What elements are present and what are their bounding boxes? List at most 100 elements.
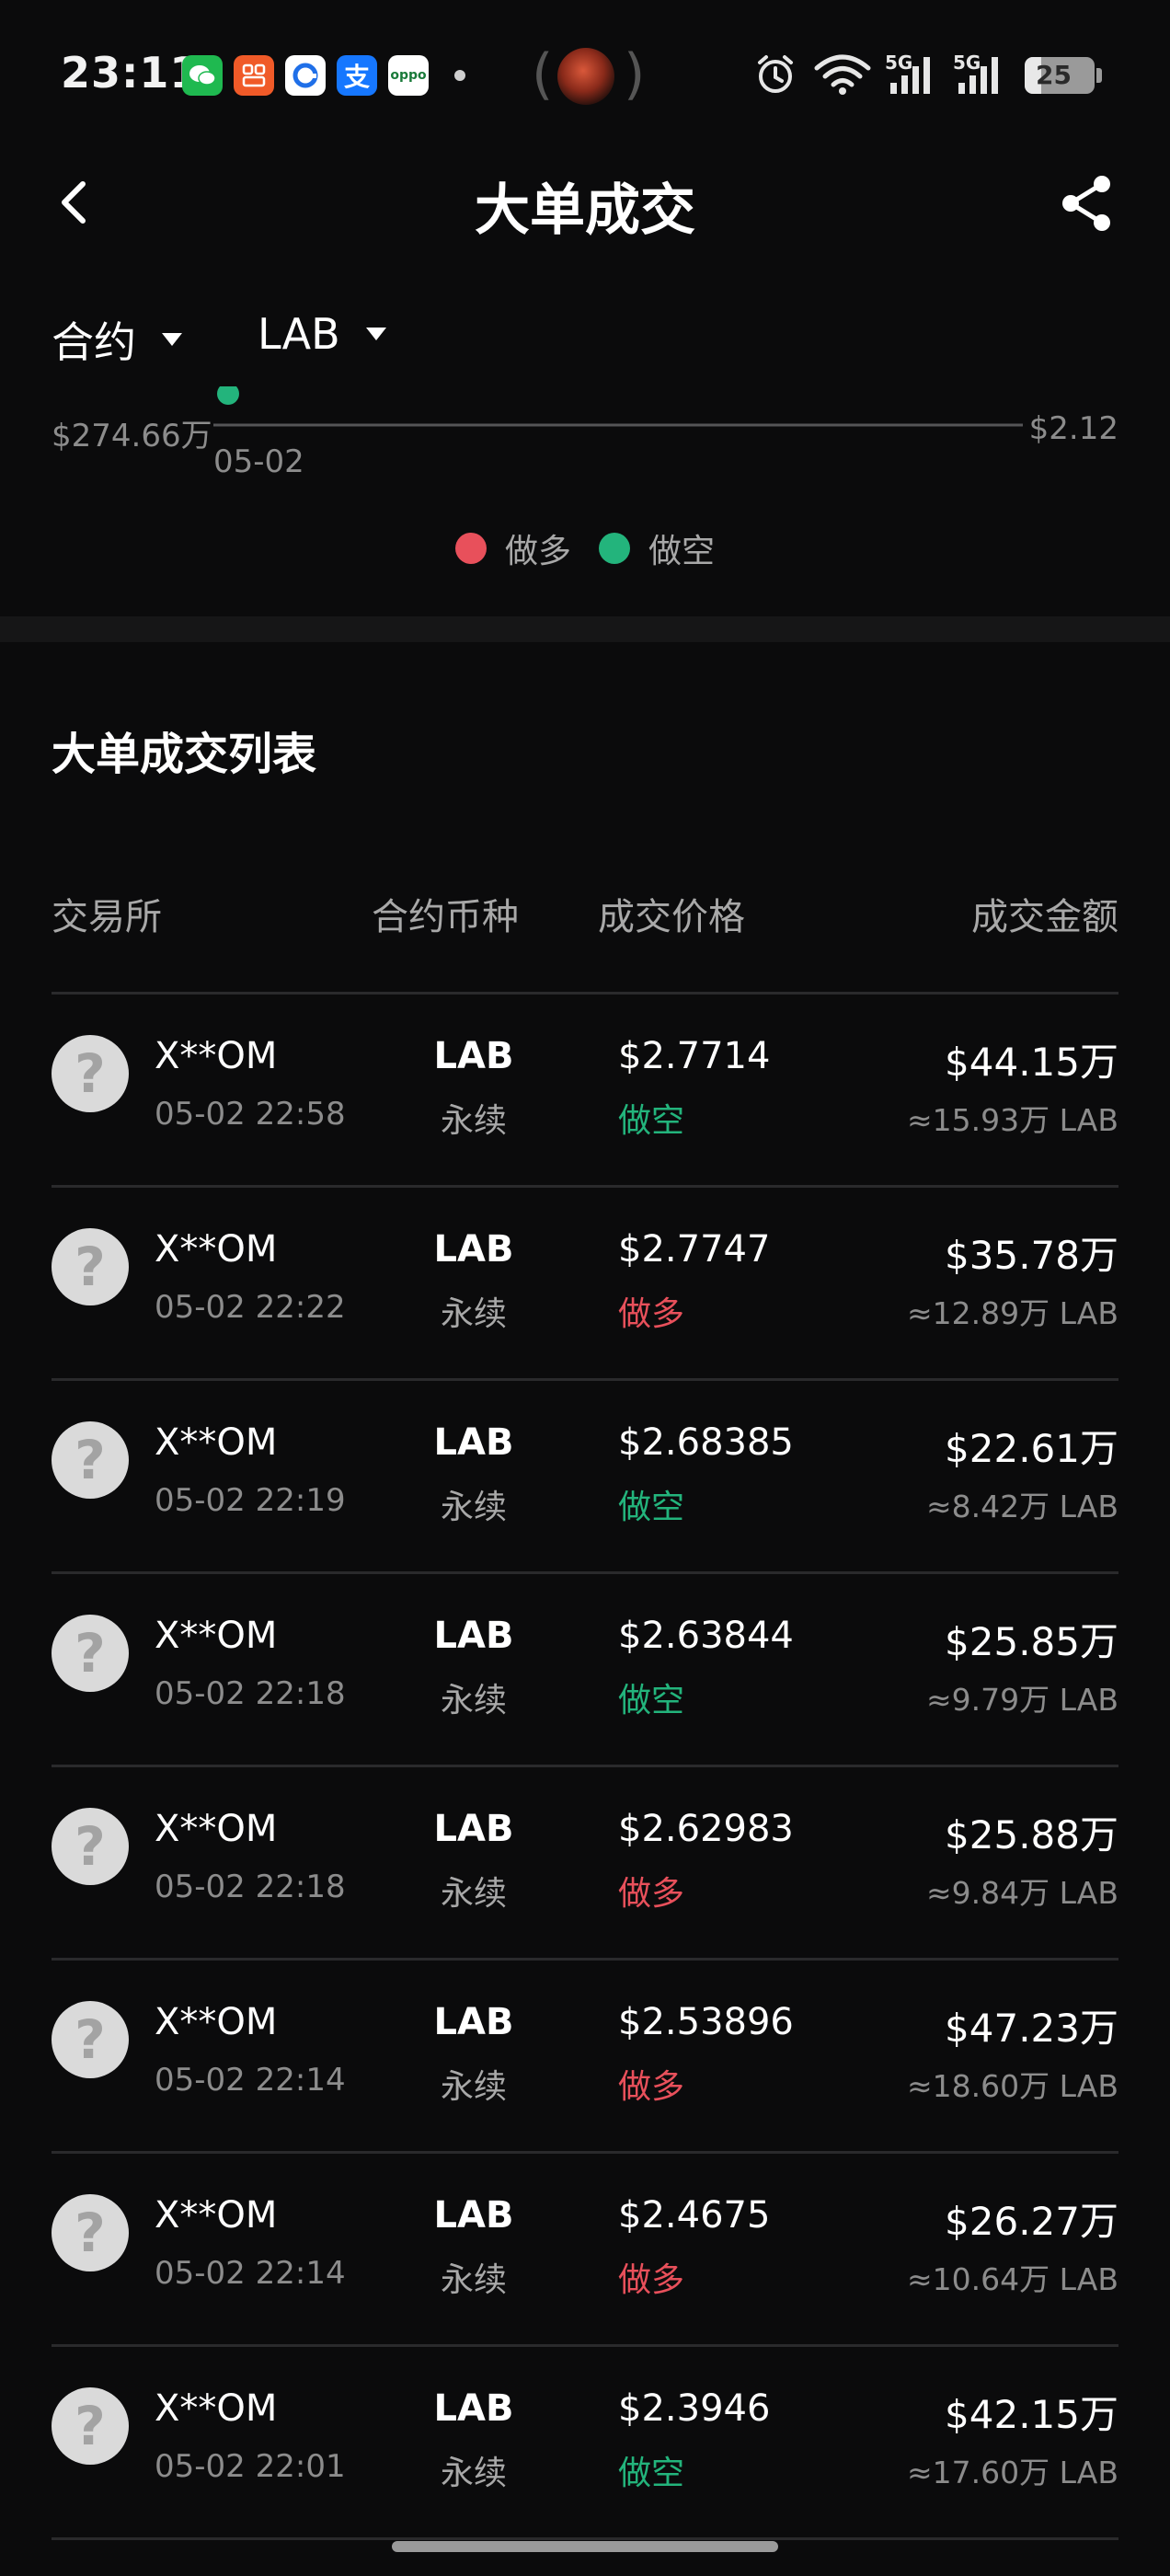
- exchange-name: X**OM: [155, 1035, 278, 1077]
- table-row[interactable]: ? X**OM 05-02 22:14 LAB 永续 $2.53896 做多 $47.23万 ≈…: [0, 1961, 1170, 2154]
- trade-price: $2.7714: [618, 1035, 771, 1077]
- trade-amount: $44.15万: [945, 1040, 1118, 1085]
- table-row[interactable]: ? X**OM 05-02 22:58 LAB 永续 $2.7714 做空 $44.15万 ≈1…: [0, 995, 1170, 1188]
- contract-type: 永续: [440, 1682, 507, 1719]
- trade-quantity: ≈9.84万 LAB: [926, 1875, 1118, 1911]
- legend-label-long: 做多: [504, 533, 571, 570]
- battery-level: 25: [1036, 60, 1072, 90]
- trade-time: 05-02 22:01: [155, 2448, 346, 2485]
- trade-price: $2.63844: [618, 1615, 794, 1657]
- trade-amount: $35.78万: [945, 1233, 1118, 1278]
- section-divider: [0, 616, 1170, 642]
- unknown-exchange-icon: ?: [52, 2001, 129, 2078]
- unknown-exchange-icon: ?: [52, 1615, 129, 1692]
- chart-x-label: 05-02: [213, 443, 304, 480]
- trade-side: 做多: [618, 1295, 685, 1333]
- contract-coin: LAB: [433, 1615, 514, 1657]
- trade-side: 做空: [618, 1489, 685, 1526]
- wifi-icon: [814, 54, 871, 95]
- table-row[interactable]: ? X**OM 05-02 22:22 LAB 永续 $2.7747 做多 $35.78万 ≈1…: [0, 1188, 1170, 1381]
- exchange-name: X**OM: [155, 2387, 278, 2430]
- table-row[interactable]: ? X**OM 05-02 22:18 LAB 永续 $2.63844 做空 $25.85万 ≈…: [0, 1574, 1170, 1767]
- cell-signal-icon-1: [890, 57, 930, 94]
- trade-side: 做空: [618, 1102, 685, 1140]
- unknown-exchange-icon: ?: [52, 2194, 129, 2271]
- trade-price: $2.7747: [618, 1228, 771, 1271]
- contract-type: 永续: [440, 1875, 507, 1913]
- chart-y-right-label: $2.12: [1028, 410, 1118, 447]
- column-header-coin: 合约币种: [372, 896, 519, 938]
- trade-amount: $47.23万: [945, 2006, 1118, 2051]
- trade-side: 做多: [618, 2068, 685, 2106]
- exchange-name: X**OM: [155, 2001, 278, 2043]
- trade-quantity: ≈18.60万 LAB: [907, 2068, 1118, 2104]
- list-title: 大单成交列表: [52, 729, 317, 780]
- contract-type: 永续: [440, 1102, 507, 1140]
- trade-side: 做多: [618, 1875, 685, 1913]
- trade-side: 做多: [618, 2261, 685, 2299]
- contract-coin: LAB: [433, 1421, 514, 1464]
- exchange-name: X**OM: [155, 2194, 278, 2237]
- column-header-exchange: 交易所: [52, 896, 162, 938]
- home-indicator[interactable]: [392, 2541, 778, 2552]
- contract-coin: LAB: [433, 2387, 514, 2430]
- trade-price: $2.53896: [618, 2001, 794, 2043]
- exchange-name: X**OM: [155, 1421, 278, 1464]
- unknown-exchange-icon: ?: [52, 1421, 129, 1499]
- legend-item-long: 做多: [454, 524, 571, 572]
- unknown-exchange-icon: ?: [52, 1228, 129, 1305]
- oppo-icon: oppo: [388, 55, 429, 96]
- contract-type: 永续: [440, 1295, 507, 1333]
- row-divider: [52, 2537, 1118, 2540]
- trade-time: 05-02 22:18: [155, 1675, 346, 1712]
- contract-type: 永续: [440, 2455, 507, 2492]
- legend-item-short: 做空: [599, 524, 715, 572]
- more-notifications-dot: [454, 70, 465, 81]
- chart-y-left-label: $274.66万: [52, 418, 212, 454]
- trade-price: $2.68385: [618, 1421, 794, 1464]
- alarm-icon: [758, 55, 793, 93]
- exchange-name: X**OM: [155, 1615, 278, 1657]
- table-row[interactable]: ? X**OM 05-02 22:18 LAB 永续 $2.62983 做多 $25.88万 ≈…: [0, 1767, 1170, 1961]
- trade-quantity: ≈8.42万 LAB: [926, 1489, 1118, 1524]
- contract-coin: LAB: [433, 1228, 514, 1271]
- contract-coin: LAB: [433, 2194, 514, 2237]
- trade-quantity: ≈15.93万 LAB: [907, 1102, 1118, 1138]
- column-header-amount: 成交金额: [971, 896, 1118, 938]
- contract-type: 永续: [440, 2068, 507, 2106]
- exchange-name: X**OM: [155, 1228, 278, 1271]
- caret-down-icon: [162, 333, 182, 346]
- trade-time: 05-02 22:18: [155, 1869, 346, 1905]
- chart-point-short: [217, 386, 239, 405]
- exchange-name: X**OM: [155, 1808, 278, 1850]
- trade-amount: $22.61万: [945, 1426, 1118, 1471]
- trade-time: 05-02 22:14: [155, 2255, 346, 2292]
- battery-tip: [1096, 68, 1102, 83]
- unknown-exchange-icon: ?: [52, 2387, 129, 2465]
- unknown-exchange-icon: ?: [52, 1808, 129, 1885]
- live-activity-pill: ( ): [532, 42, 646, 107]
- contract-coin: LAB: [433, 1808, 514, 1850]
- table-row[interactable]: ? X**OM 05-02 22:01 LAB 永续 $2.3946 做空 $42.15万 ≈1…: [0, 2347, 1170, 2540]
- trade-price: $2.3946: [618, 2387, 771, 2430]
- wechat-icon: [182, 55, 223, 96]
- battery-icon: 25: [1025, 57, 1095, 94]
- status-time: 23:11: [61, 48, 201, 98]
- coin-filter-dropdown[interactable]: LAB: [258, 309, 386, 359]
- trade-amount: $25.85万: [945, 1619, 1118, 1664]
- table-row[interactable]: ? X**OM 05-02 22:19 LAB 永续 $2.68385 做空 $22.61万 ≈…: [0, 1381, 1170, 1574]
- trade-time: 05-02 22:58: [155, 1096, 346, 1133]
- share-button[interactable]: [1056, 171, 1120, 236]
- app-icon-orange: [234, 55, 274, 96]
- trade-time: 05-02 22:19: [155, 1482, 346, 1519]
- trade-quantity: ≈9.79万 LAB: [926, 1682, 1118, 1718]
- share-icon: [1062, 176, 1110, 231]
- contract-filter-label: 合约: [52, 317, 136, 367]
- contract-filter-dropdown[interactable]: 合约: [52, 309, 182, 370]
- table-row[interactable]: ? X**OM 05-02 22:14 LAB 永续 $2.4675 做多 $26.27万 ≈1…: [0, 2154, 1170, 2347]
- trade-quantity: ≈17.60万 LAB: [907, 2455, 1118, 2490]
- caret-down-icon: [365, 328, 386, 340]
- alipay-icon: 支: [337, 55, 377, 96]
- cell-signal-icon-2: [958, 57, 998, 94]
- trade-time: 05-02 22:14: [155, 2062, 346, 2099]
